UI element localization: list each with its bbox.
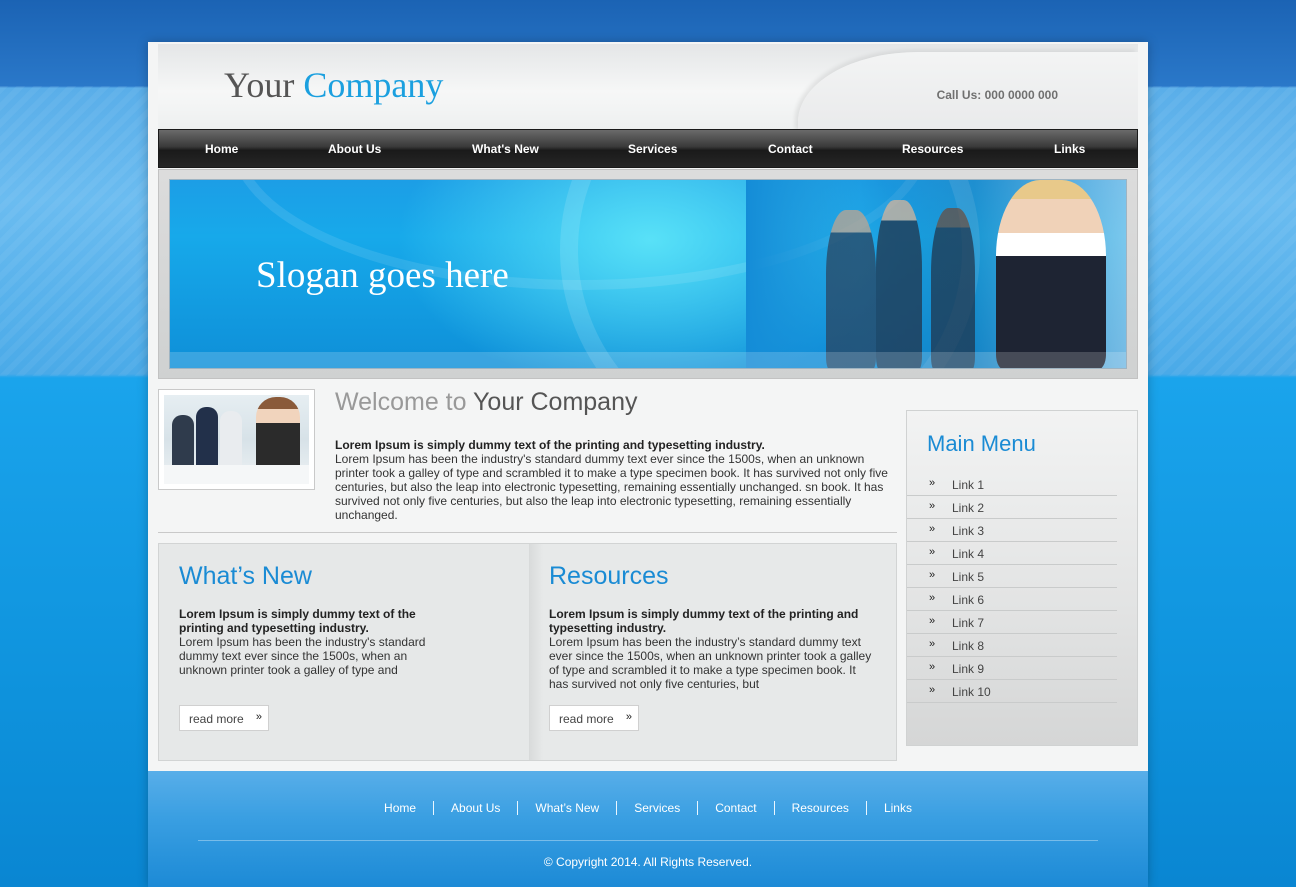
content-boxes: What’s New Lorem Ipsum is simply dummy t… (158, 543, 897, 761)
sidebar-link-label: Link 1 (952, 478, 985, 492)
whats-new-body: Lorem Ipsum has been the industry's stan… (179, 635, 426, 677)
banner-bottom-strip (170, 352, 1126, 368)
nav-contact[interactable]: Contact (768, 142, 813, 156)
sidebar-link-label: Link 7 (952, 616, 985, 630)
sidebar-link-label: Link 4 (952, 547, 985, 561)
footer-link-resources[interactable]: Resources (773, 801, 866, 815)
sidebar-link-label: Link 9 (952, 662, 985, 676)
sidebar-link-1[interactable]: » Link 1 (907, 473, 1117, 496)
read-more-label: read more (189, 712, 244, 726)
divider (158, 532, 897, 533)
whats-new-box: What’s New Lorem Ipsum is simply dummy t… (159, 544, 529, 760)
banner-photo (746, 180, 1126, 368)
footer-divider (198, 840, 1098, 841)
sidebar-link-8[interactable]: » Link 8 (907, 634, 1117, 657)
sidebar-link-7[interactable]: » Link 7 (907, 611, 1117, 634)
sidebar-link-label: Link 6 (952, 593, 985, 607)
page-container: Your Company Call Us: 000 0000 000 Home … (148, 42, 1148, 887)
footer-link-about-us[interactable]: About Us (433, 801, 518, 815)
footer: Home About Us What’s New Services Contact Res… (148, 771, 1148, 887)
footer-link-contact[interactable]: Contact (697, 801, 774, 815)
sidebar-title: Main Menu (927, 431, 1036, 456)
nav-about-us[interactable]: About Us (328, 142, 381, 156)
sidebar-link-3[interactable]: » Link 3 (907, 519, 1117, 542)
sidebar-link-5[interactable]: » Link 5 (907, 565, 1117, 588)
sidebar-link-6[interactable]: » Link 6 (907, 588, 1117, 611)
double-chevron-right-icon: » (929, 546, 936, 558)
main-nav: Home About Us What's New Services Contac… (158, 129, 1138, 168)
copyright-text: © Copyright 2014. All Rights Reserved. (543, 855, 753, 869)
welcome-title-prefix: Welcome to (335, 388, 467, 416)
sidebar-link-label: Link 3 (952, 524, 985, 538)
welcome-lead: Lorem Ipsum is simply dummy text of the … (335, 438, 765, 452)
nav-resources[interactable]: Resources (902, 142, 963, 156)
team-photo-table (164, 465, 309, 484)
double-chevron-right-icon: » (929, 684, 936, 696)
resources-lead: Lorem Ipsum is simply dummy text of the … (549, 607, 859, 635)
sidebar: Main Menu » Link 1 » Link 2 » Link 3 » Link … (906, 410, 1138, 746)
banner-frame: Slogan goes here (158, 169, 1138, 379)
banner-person-main (996, 180, 1106, 368)
double-chevron-right-icon: » (929, 661, 936, 673)
read-more-label: read more (559, 712, 614, 726)
footer-nav: Home About Us What’s New Services Contact Res… (148, 801, 1148, 815)
welcome-body: Lorem Ipsum has been the industry's stan… (335, 452, 888, 522)
welcome-title-company: Your Company (473, 388, 638, 416)
welcome-thumbnail (158, 389, 315, 490)
welcome-text: Lorem Ipsum is simply dummy text of the … (335, 438, 891, 522)
resources-text: Lorem Ipsum is simply dummy text of the … (549, 607, 875, 691)
sidebar-link-label: Link 10 (952, 685, 991, 699)
footer-link-services[interactable]: Services (616, 801, 698, 815)
sidebar-link-2[interactable]: » Link 2 (907, 496, 1117, 519)
nav-home[interactable]: Home (205, 142, 238, 156)
nav-links[interactable]: Links (1054, 142, 1085, 156)
sidebar-menu: » Link 1 » Link 2 » Link 3 » Link 4 » Link 5 … (907, 473, 1117, 703)
banner-person-3 (931, 208, 975, 368)
double-chevron-right-icon: » (625, 711, 632, 723)
whats-new-read-more-button[interactable]: read more » (179, 705, 269, 731)
resources-body: Lorem Ipsum has been the industry’s stan… (549, 635, 872, 691)
welcome-title: Welcome to Your Company (335, 388, 637, 417)
double-chevron-right-icon: » (929, 523, 936, 535)
banner-person-1 (826, 210, 876, 368)
banner-person-2 (876, 200, 922, 368)
sidebar-link-9[interactable]: » Link 9 (907, 657, 1117, 680)
logo-text-company: Company (303, 65, 444, 105)
double-chevron-right-icon: » (929, 615, 936, 627)
logo-text-your: Your (224, 65, 295, 105)
banner: Slogan goes here (169, 179, 1127, 369)
double-chevron-right-icon: » (929, 500, 936, 512)
site-logo[interactable]: Your Company (224, 64, 443, 106)
double-chevron-right-icon: » (929, 477, 936, 489)
team-photo (164, 395, 309, 484)
whats-new-title: What’s New (179, 562, 312, 590)
double-chevron-right-icon: » (929, 638, 936, 650)
double-chevron-right-icon: » (255, 711, 262, 723)
footer-link-links[interactable]: Links (865, 801, 929, 815)
banner-slogan: Slogan goes here (256, 255, 509, 296)
nav-whats-new[interactable]: What's New (472, 142, 539, 156)
resources-title: Resources (549, 562, 669, 590)
sidebar-link-4[interactable]: » Link 4 (907, 542, 1117, 565)
whats-new-text: Lorem Ipsum is simply dummy text of the … (179, 607, 439, 677)
double-chevron-right-icon: » (929, 569, 936, 581)
sidebar-link-10[interactable]: » Link 10 (907, 680, 1117, 703)
sidebar-link-label: Link 2 (952, 501, 985, 515)
footer-link-whats-new[interactable]: What’s New (517, 801, 617, 815)
call-us-text: Call Us: 000 0000 000 (936, 88, 1058, 102)
footer-link-home[interactable]: Home (367, 801, 433, 815)
sidebar-link-label: Link 8 (952, 639, 985, 653)
double-chevron-right-icon: » (929, 592, 936, 604)
nav-services[interactable]: Services (628, 142, 677, 156)
resources-box: Resources Lorem Ipsum is simply dummy te… (529, 544, 896, 760)
sidebar-link-label: Link 5 (952, 570, 985, 584)
header: Your Company Call Us: 000 0000 000 (158, 44, 1138, 130)
resources-read-more-button[interactable]: read more » (549, 705, 639, 731)
whats-new-lead: Lorem Ipsum is simply dummy text of the … (179, 607, 416, 635)
